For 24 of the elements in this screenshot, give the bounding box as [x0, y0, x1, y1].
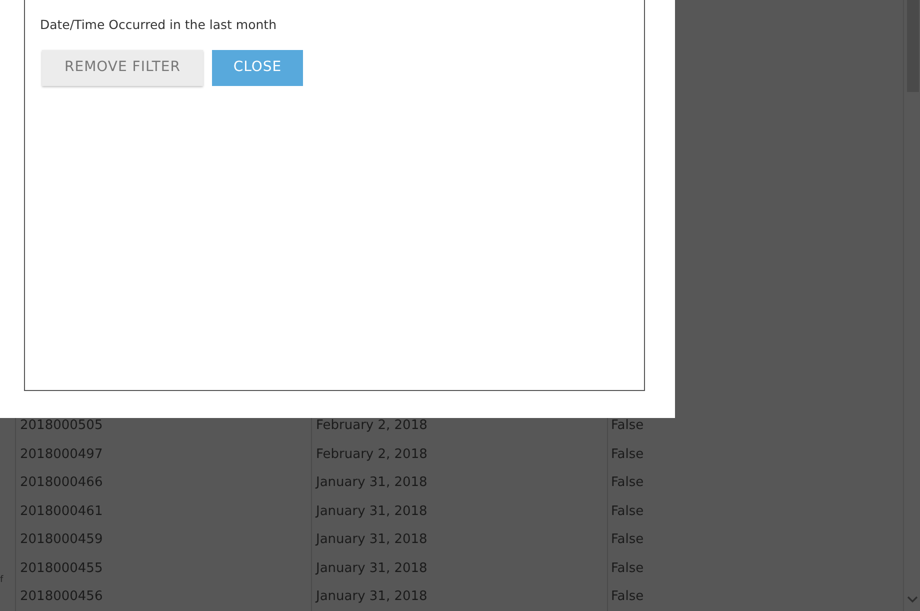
table-cell: 2018000497	[16, 440, 312, 468]
table-cell: February 2, 2018	[312, 440, 608, 468]
table-cell: January 31, 2018	[312, 582, 608, 611]
table-cell: January 31, 2018	[312, 526, 608, 554]
table-cell-text: False	[610, 417, 645, 435]
table-cell-text: False	[610, 446, 645, 464]
table-cell: January 31, 2018	[312, 468, 608, 497]
table-cell: 2018000461	[16, 497, 312, 526]
table-cell: January 31, 2018	[312, 497, 608, 526]
close-button[interactable]: CLOSE	[212, 50, 303, 86]
chevron-down-icon[interactable]	[906, 596, 918, 603]
scrollbar[interactable]	[903, 0, 920, 611]
table-cell: 2018000459	[16, 526, 312, 554]
filter-description: Date/Time Occurred in the last month	[40, 16, 278, 34]
table-cell-text: False	[610, 531, 645, 549]
table-cell: 2018000455	[16, 554, 312, 582]
table-cell: 2018000456	[16, 582, 312, 611]
remove-filter-button[interactable]: REMOVE FILTER	[42, 50, 203, 86]
table-cell-text: False	[610, 560, 645, 578]
table-cell: January 31, 2018	[312, 554, 608, 582]
table-cell-text: False	[610, 502, 645, 520]
table-cell-text: False	[610, 474, 645, 492]
table-cell-text: False	[610, 588, 645, 606]
table-cell: 2018000466	[16, 468, 312, 497]
